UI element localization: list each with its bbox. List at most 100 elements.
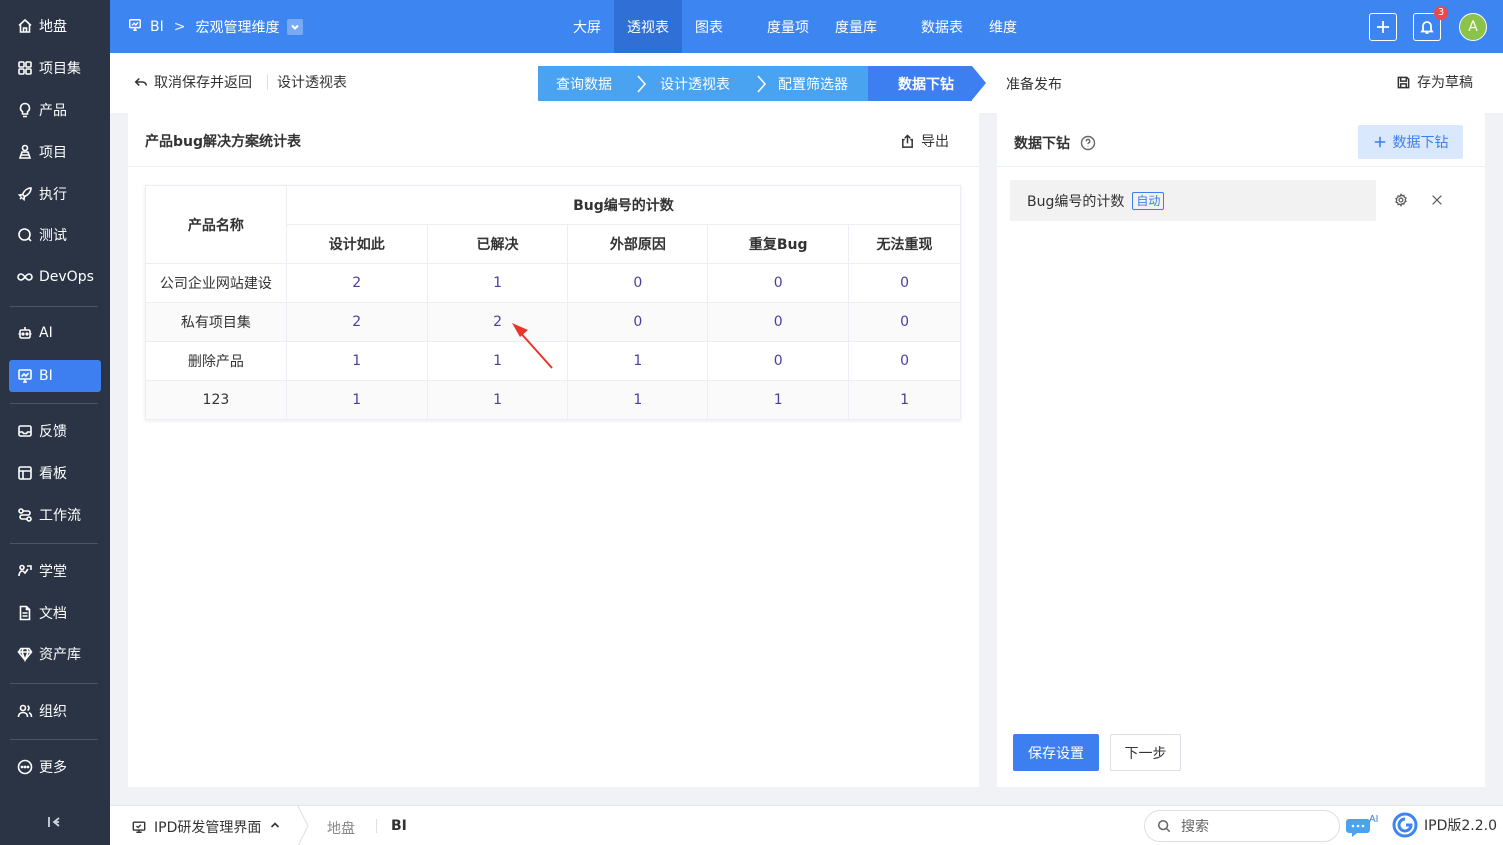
cancel-and-return-button[interactable]: 取消保存并返回 [134, 72, 252, 92]
create-button[interactable] [1369, 12, 1397, 41]
dimension-dropdown-button[interactable] [287, 18, 304, 35]
tab-charts[interactable]: 图表 [682, 0, 736, 53]
search-circle-icon [17, 227, 33, 243]
lightbulb-icon [17, 102, 33, 118]
sidebar-item-execution[interactable]: 执行 [9, 178, 101, 210]
design-toolbar: 取消保存并返回 设计透视表 查询数据 设计透视表 配置筛选器 数据下钻 准备发布… [110, 53, 1503, 113]
table-cell[interactable]: 0 [567, 263, 709, 303]
search-input[interactable]: 搜索 [1144, 810, 1340, 842]
close-icon[interactable] [1430, 193, 1444, 207]
sidebar-item-test[interactable]: 测试 [9, 219, 101, 251]
tab-dashboard-screen[interactable]: 大屏 [560, 0, 614, 53]
sidebar-divider [10, 683, 98, 684]
dimension-name[interactable]: 宏观管理维度 [195, 17, 279, 37]
sidebar-item-label: 看板 [39, 466, 67, 482]
breadcrumb-separator: > [173, 18, 186, 35]
table-cell[interactable]: 2 [285, 302, 428, 342]
table-cell[interactable]: 0 [848, 263, 961, 303]
cancel-and-return-label: 取消保存并返回 [154, 75, 252, 91]
notifications-button[interactable]: 3 [1413, 5, 1448, 41]
step-design-pivot[interactable]: 设计透视表 [630, 66, 750, 101]
save-settings-button[interactable]: 保存设置 [1013, 734, 1099, 771]
table-cell[interactable]: 0 [707, 341, 850, 381]
sidebar-item-feedback[interactable]: 反馈 [9, 415, 101, 447]
row-header-product-name: 产品名称 [145, 185, 287, 264]
sidebar-item-label: 文档 [39, 606, 67, 622]
table-cell[interactable]: 1 [707, 380, 850, 420]
sidebar-item-kanban[interactable]: 看板 [9, 457, 101, 489]
export-button[interactable]: 导出 [900, 131, 949, 151]
sidebar-item-docs[interactable]: 文档 [9, 597, 101, 629]
sidebar-item-org[interactable]: 组织 [9, 695, 101, 727]
sidebar-item-school[interactable]: 学堂 [9, 555, 101, 587]
sidebar-item-devops[interactable]: DevOps [9, 261, 101, 293]
avatar[interactable]: A [1459, 12, 1487, 41]
sidebar: 地盘 项目集 产品 项目 执行 测试 DevOps AI BI 反馈 看板 工作… [0, 0, 110, 845]
next-step-button[interactable]: 下一步 [1110, 734, 1181, 771]
save-draft-button[interactable]: 存为草稿 [1396, 72, 1473, 92]
table-cell[interactable]: 1 [567, 380, 709, 420]
tab-metric-library[interactable]: 度量库 [822, 0, 890, 53]
sidebar-item-home[interactable]: 地盘 [9, 10, 101, 42]
sidebar-item-label: 测试 [39, 228, 67, 244]
drilldown-field[interactable]: Bug编号的计数 自动 [1010, 180, 1376, 221]
back-arrow-icon [134, 77, 148, 87]
logo-icon [1392, 812, 1418, 838]
sidebar-item-label: 学堂 [39, 564, 67, 580]
sidebar-item-ai[interactable]: AI [9, 317, 101, 349]
tab-dimensions[interactable]: 维度 [976, 0, 1030, 53]
bottom-bar: IPD研发管理界面 地盘 BI 搜索 AI IPD版2.2.0 [110, 805, 1503, 845]
row-label: 公司企业网站建设 [145, 263, 287, 303]
table-cell[interactable]: 0 [707, 302, 850, 342]
sidebar-item-more[interactable]: 更多 [9, 751, 101, 783]
pivot-title: 产品bug解决方案统计表 [145, 134, 302, 150]
grid-icon [17, 60, 33, 76]
add-drilldown-button[interactable]: 数据下钻 [1358, 125, 1463, 159]
tab-pivot-table[interactable]: 透视表 [614, 0, 682, 53]
kanban-icon [17, 465, 33, 481]
table-cell[interactable]: 0 [567, 302, 709, 342]
chevron-down-icon [291, 24, 300, 30]
save-icon [1397, 76, 1410, 88]
workflow-icon [17, 507, 33, 523]
breadcrumb-current[interactable]: BI [391, 818, 407, 834]
breadcrumb-home[interactable]: 地盘 [327, 818, 355, 838]
sidebar-item-bi[interactable]: BI [9, 360, 101, 392]
module-name[interactable]: BI [150, 19, 164, 35]
sidebar-item-product[interactable]: 产品 [9, 94, 101, 126]
monitor-icon [132, 821, 146, 833]
home-icon [17, 18, 33, 34]
bell-icon [1420, 20, 1434, 34]
tab-metrics[interactable]: 度量项 [754, 0, 822, 53]
workspace-switcher[interactable]: IPD研发管理界面 [132, 817, 281, 837]
step-data-drilldown[interactable]: 数据下钻 [868, 66, 986, 101]
sidebar-item-program[interactable]: 项目集 [9, 52, 101, 84]
step-prepare-publish[interactable]: 准备发布 [972, 66, 1076, 101]
row-label: 私有项目集 [145, 302, 287, 342]
table-cell[interactable]: 0 [707, 263, 850, 303]
help-icon[interactable] [1080, 135, 1096, 151]
table-cell[interactable]: 1 [426, 263, 569, 303]
table-cell[interactable]: 1 [285, 341, 428, 381]
table-cell[interactable]: 0 [848, 302, 961, 342]
table-cell[interactable]: 1 [426, 380, 569, 420]
gear-icon[interactable] [1394, 193, 1408, 207]
sidebar-item-label: DevOps [39, 269, 94, 285]
table-cell[interactable]: 1 [848, 380, 961, 420]
table-cell[interactable]: 2 [285, 263, 428, 303]
table-cell[interactable]: 0 [848, 341, 961, 381]
ai-chat-icon[interactable]: AI [1346, 811, 1380, 841]
column-header: 重复Bug [707, 224, 850, 264]
sidebar-item-assets[interactable]: 资产库 [9, 638, 101, 670]
step-query-data[interactable]: 查询数据 [538, 66, 630, 101]
feedback-icon [17, 423, 33, 439]
svg-text:AI: AI [1369, 814, 1378, 825]
sidebar-item-project[interactable]: 项目 [9, 136, 101, 168]
table-cell[interactable]: 1 [567, 341, 709, 381]
sidebar-item-label: 工作流 [39, 508, 81, 524]
collapse-sidebar-icon[interactable] [46, 814, 64, 832]
sidebar-item-workflow[interactable]: 工作流 [9, 499, 101, 531]
step-config-filter[interactable]: 配置筛选器 [750, 66, 868, 101]
tab-data-tables[interactable]: 数据表 [908, 0, 976, 53]
table-cell[interactable]: 1 [285, 380, 428, 420]
